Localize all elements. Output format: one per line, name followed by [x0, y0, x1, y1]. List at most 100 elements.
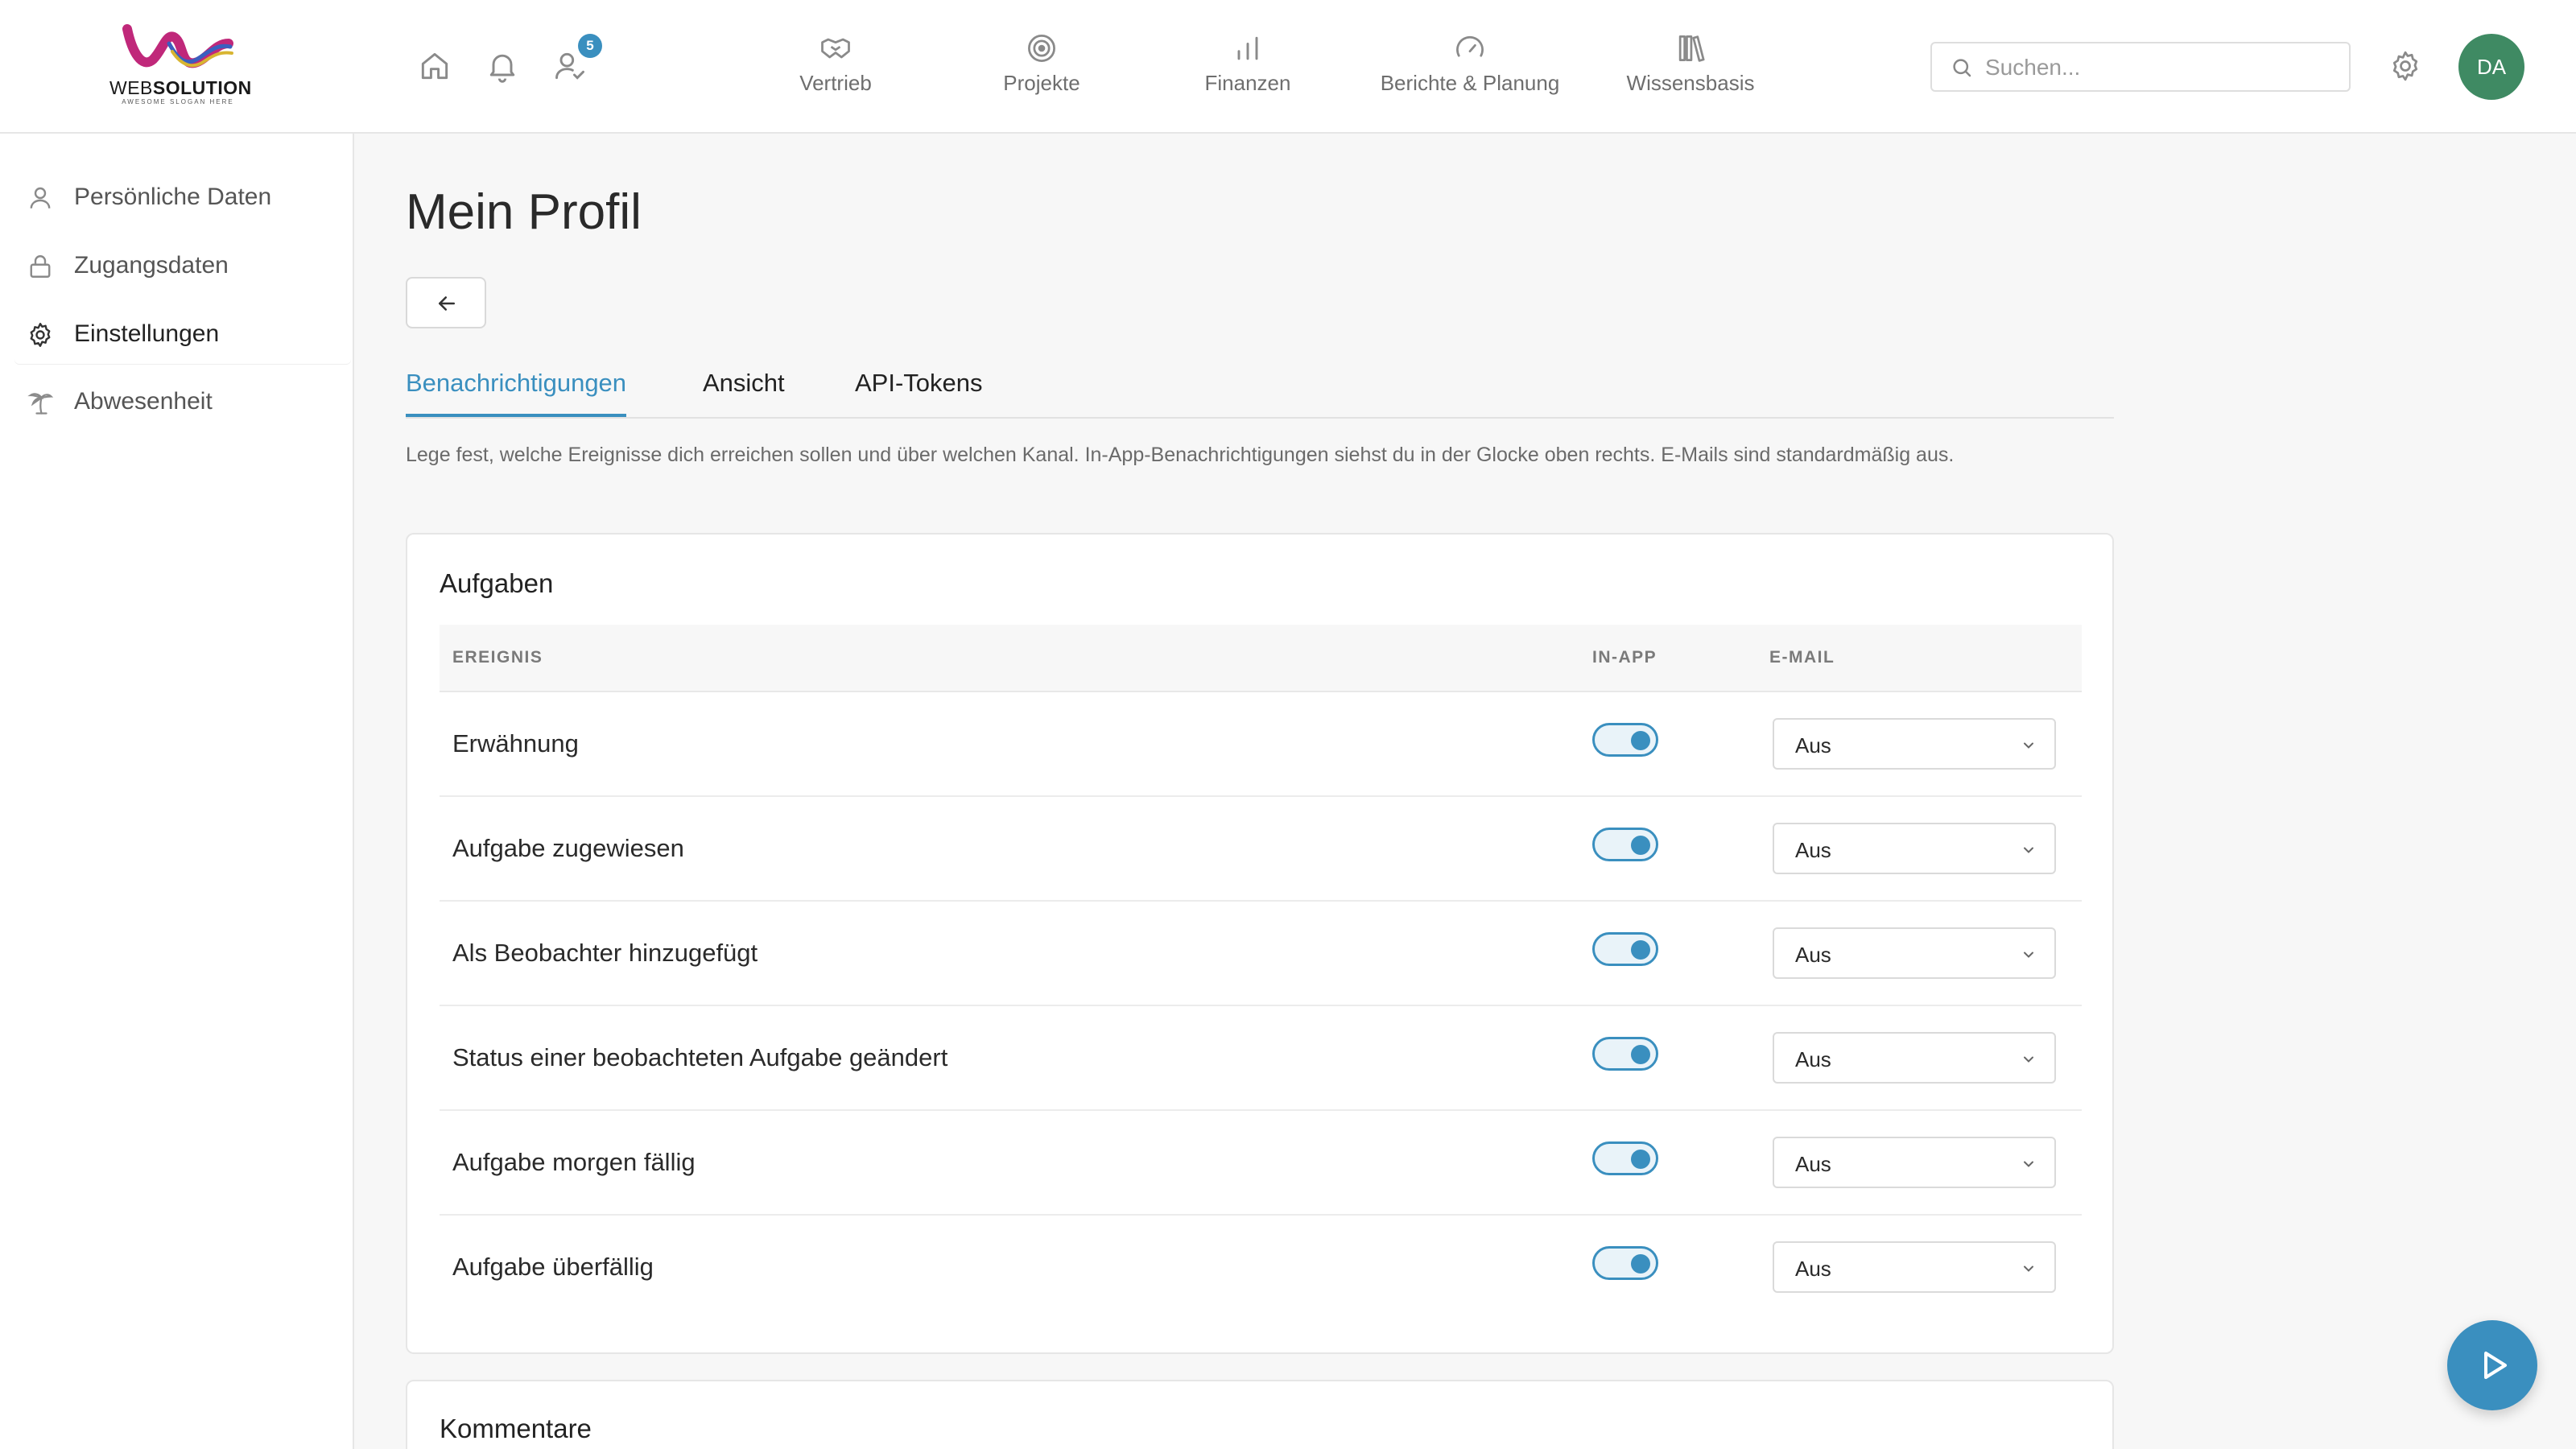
inapp-toggle[interactable]	[1592, 1141, 1658, 1175]
email-select-value: Aus	[1795, 1257, 1831, 1281]
back-button[interactable]	[406, 277, 486, 328]
user-icon	[26, 184, 55, 213]
toggle-knob	[1631, 1254, 1650, 1274]
tab-api-tokens[interactable]: API-Tokens	[855, 369, 983, 414]
top-bar: WEBSOLUTION AWESOME SLOGAN HERE 5 Vertri…	[0, 0, 2576, 134]
chevron-down-icon	[2021, 1261, 2037, 1277]
inapp-toggle[interactable]	[1592, 723, 1658, 757]
brand-logo[interactable]: WEBSOLUTION AWESOME SLOGAN HERE	[109, 19, 252, 109]
search-box[interactable]	[1930, 42, 2351, 92]
email-select[interactable]: Aus	[1773, 1241, 2056, 1293]
sidebar-item-label: Zugangsdaten	[74, 252, 229, 279]
play-icon	[2484, 1352, 2507, 1379]
user-avatar[interactable]: DA	[2458, 34, 2524, 100]
email-select[interactable]: Aus	[1773, 1137, 2056, 1188]
brand-tagline: AWESOME SLOGAN HERE	[122, 98, 234, 105]
nav-vertrieb[interactable]: Vertrieb	[787, 31, 884, 103]
play-tour-button[interactable]	[2447, 1320, 2537, 1410]
sidebar-item-persoenliche-daten[interactable]: Persönliche Daten	[14, 169, 351, 227]
toggle-knob	[1631, 731, 1650, 750]
event-label: Aufgabe morgen fällig	[452, 1148, 696, 1176]
inapp-toggle[interactable]	[1592, 932, 1658, 966]
table-row: Aufgabe morgen fällig Aus	[440, 1111, 2082, 1216]
search-icon	[1950, 56, 1974, 80]
gear-icon	[26, 320, 55, 349]
gauge-icon	[1452, 31, 1488, 66]
nav-label: Finanzen	[1204, 71, 1291, 95]
event-label: Erwähnung	[452, 729, 579, 758]
email-select-value: Aus	[1795, 838, 1831, 862]
section-title: Kommentare	[440, 1414, 592, 1443]
logo-mark-icon	[122, 24, 233, 68]
email-select[interactable]: Aus	[1773, 1032, 2056, 1084]
email-select-value: Aus	[1795, 733, 1831, 758]
nav-label: Projekte	[1003, 71, 1080, 95]
section-card-kommentare: Kommentare	[406, 1380, 2114, 1449]
notifications-intro-text: Lege fest, welche Ereignisse dich erreic…	[406, 444, 1955, 466]
inapp-toggle[interactable]	[1592, 1037, 1658, 1071]
toggle-knob	[1631, 940, 1650, 960]
sidebar-item-label: Einstellungen	[74, 320, 220, 347]
search-input[interactable]	[1985, 50, 2331, 85]
lock-icon	[26, 252, 55, 281]
chevron-down-icon	[2021, 947, 2037, 963]
event-label: Status einer beobachteten Aufgabe geände…	[452, 1043, 948, 1071]
tab-benachrichtigungen[interactable]: Benachrichtigungen	[406, 369, 627, 417]
email-select-value: Aus	[1795, 1047, 1831, 1071]
column-header-inapp: IN-APP	[1592, 648, 1657, 667]
toggle-knob	[1631, 1150, 1650, 1169]
nav-label: Wissensbasis	[1626, 71, 1755, 95]
sidebar-item-abwesenheit[interactable]: Abwesenheit	[14, 374, 351, 431]
profile-tabs: Benachrichtigungen Ansicht API-Tokens	[406, 354, 2114, 419]
nav-label: Berichte & Planung	[1380, 71, 1560, 95]
event-label: Als Beobachter hinzugefügt	[452, 939, 758, 967]
handshake-icon	[818, 31, 853, 66]
page-title: Mein Profil	[406, 184, 642, 240]
inapp-toggle[interactable]	[1592, 828, 1658, 861]
email-select[interactable]: Aus	[1773, 823, 2056, 874]
nav-wissensbasis[interactable]: Wissensbasis	[1618, 31, 1763, 103]
arrow-left-icon	[439, 296, 455, 311]
event-label: Aufgabe überfällig	[452, 1253, 654, 1281]
table-row: Status einer beobachteten Aufgabe geände…	[440, 1006, 2082, 1111]
home-icon[interactable]	[417, 48, 452, 84]
table-row: Aufgabe überfällig Aus	[440, 1216, 2082, 1320]
column-header-event: EREIGNIS	[452, 648, 543, 667]
table-header: EREIGNIS IN-APP E-MAIL	[440, 625, 2082, 692]
table-row: Als Beobachter hinzugefügt Aus	[440, 902, 2082, 1006]
email-select-value: Aus	[1795, 943, 1831, 967]
library-icon	[1673, 31, 1708, 66]
settings-gear-icon[interactable]	[2388, 48, 2423, 84]
chevron-down-icon	[2021, 737, 2037, 753]
brand-name: WEBSOLUTION	[109, 77, 252, 98]
bar-chart-icon	[1230, 31, 1265, 66]
email-select[interactable]: Aus	[1773, 927, 2056, 979]
chevron-down-icon	[2021, 1051, 2037, 1067]
sidebar-item-label: Abwesenheit	[74, 388, 213, 415]
email-select-value: Aus	[1795, 1152, 1831, 1176]
sidebar-item-zugangsdaten[interactable]: Zugangsdaten	[14, 237, 351, 295]
table-row: Erwähnung Aus	[440, 692, 2082, 797]
nav-berichte-planung[interactable]: Berichte & Planung	[1373, 31, 1567, 103]
sidebar-item-einstellungen[interactable]: Einstellungen	[14, 306, 351, 364]
inapp-toggle[interactable]	[1592, 1246, 1658, 1280]
assignments-count-badge: 5	[578, 34, 602, 58]
nav-label: Vertrieb	[799, 71, 872, 95]
bell-icon[interactable]	[485, 48, 520, 84]
toggle-knob	[1631, 1045, 1650, 1064]
section-card-aufgaben: Aufgaben EREIGNIS IN-APP E-MAIL Erwähnun…	[406, 533, 2114, 1354]
palm-tree-icon	[26, 388, 55, 417]
target-icon	[1024, 31, 1059, 66]
profile-sidebar: Persönliche Daten Zugangsdaten Einstellu…	[0, 134, 354, 1449]
chevron-down-icon	[2021, 842, 2037, 858]
email-select[interactable]: Aus	[1773, 718, 2056, 770]
section-title: Aufgaben	[440, 568, 554, 598]
chevron-down-icon	[2021, 1156, 2037, 1172]
event-label: Aufgabe zugewiesen	[452, 834, 684, 862]
column-header-email: E-MAIL	[1769, 648, 1835, 667]
tab-ansicht[interactable]: Ansicht	[703, 369, 785, 414]
nav-finanzen[interactable]: Finanzen	[1199, 31, 1296, 103]
nav-projekte[interactable]: Projekte	[993, 31, 1090, 103]
sidebar-item-label: Persönliche Daten	[74, 184, 272, 210]
table-row: Aufgabe zugewiesen Aus	[440, 797, 2082, 902]
